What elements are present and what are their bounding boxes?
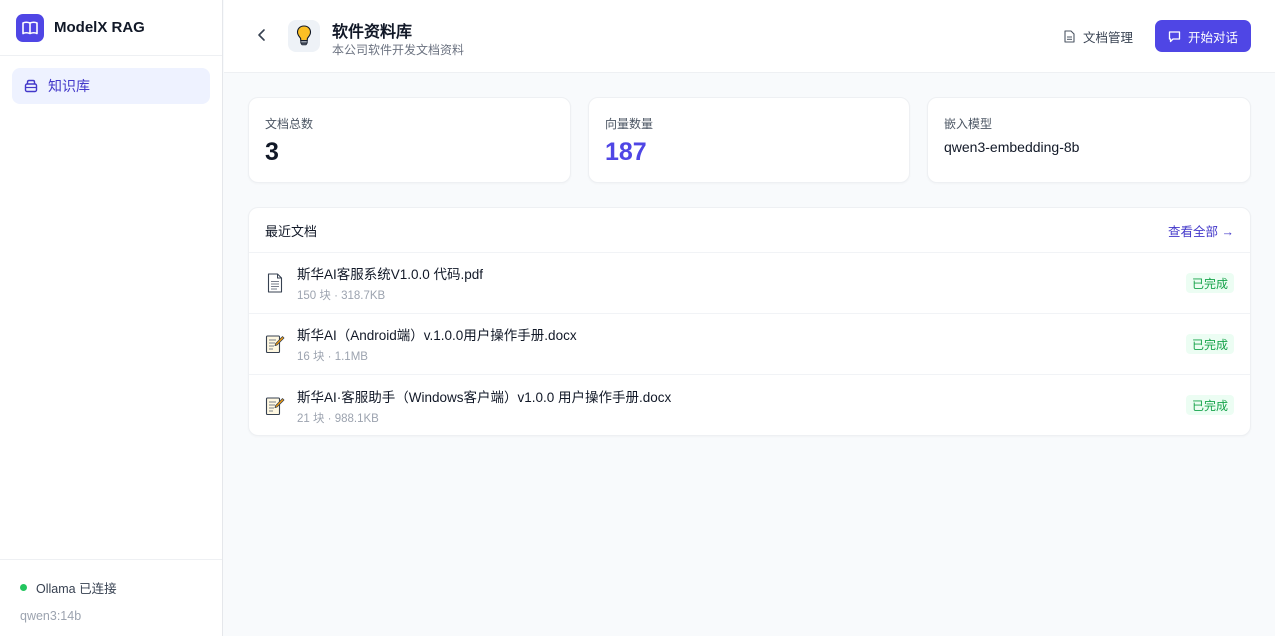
stat-label: 文档总数 bbox=[265, 117, 314, 131]
model-name: qwen3:14b bbox=[20, 609, 82, 623]
document-management-label: 文档管理 bbox=[1083, 31, 1134, 45]
start-chat-label: 开始对话 bbox=[1187, 30, 1238, 45]
recent-documents-title: 最近文档 bbox=[265, 223, 318, 239]
stat-label: 嵌入模型 bbox=[944, 117, 993, 131]
document-name: 斯华AI客服系统V1.0.0 代码.pdf bbox=[297, 267, 484, 282]
stat-label: 向量数量 bbox=[605, 117, 654, 131]
connection-status-panel: Ollama 已连接 qwen3:14b bbox=[0, 559, 222, 636]
chevron-left-icon bbox=[258, 29, 265, 41]
connection-status: Ollama 已连接 bbox=[36, 582, 117, 596]
chat-bubble-icon bbox=[1168, 30, 1181, 43]
stat-card-vector-count: 向量数量 187 bbox=[588, 97, 910, 183]
document-meta: 16 块 · 1.1MB bbox=[297, 351, 368, 363]
document-meta: 150 块 · 318.7KB bbox=[297, 290, 386, 302]
recent-documents-header: 最近文档 查看全部 → bbox=[249, 208, 1250, 253]
document-icon bbox=[1064, 29, 1076, 44]
page-description: 本公司软件开发文档资料 bbox=[332, 43, 465, 57]
embedding-model-value: qwen3-embedding-8b bbox=[944, 139, 1080, 155]
memo-file-icon bbox=[265, 333, 285, 355]
document-meta: 21 块 · 988.1KB bbox=[297, 412, 379, 425]
stat-card-embedding-model: 嵌入模型 qwen3-embedding-8b bbox=[927, 97, 1251, 183]
recent-documents-panel: 最近文档 查看全部 → 斯华AI客服系统V1.0.0 代码.pdf 150 块 … bbox=[248, 207, 1251, 436]
stat-card-document-count: 文档总数 3 bbox=[248, 97, 571, 183]
sidebar-nav: 知识库 bbox=[0, 56, 222, 116]
brand[interactable]: ModelX RAG bbox=[0, 0, 222, 56]
status-badge: 已完成 bbox=[1185, 334, 1234, 354]
status-dot-icon bbox=[20, 584, 27, 591]
start-chat-button[interactable]: 开始对话 bbox=[1155, 20, 1251, 52]
document-row[interactable]: 斯华AI客服系统V1.0.0 代码.pdf 150 块 · 318.7KB 已完… bbox=[249, 253, 1250, 314]
app-name: ModelX RAG bbox=[54, 19, 145, 36]
document-row[interactable]: 斯华AI·客服助手（Windows客户端）v1.0.0 用户操作手册.docx … bbox=[249, 375, 1250, 436]
view-all-link[interactable]: 查看全部 → bbox=[1168, 221, 1234, 240]
book-icon bbox=[16, 13, 44, 42]
sidebar-item-knowledge-base[interactable]: 知识库 bbox=[12, 68, 210, 104]
page-title: 软件资料库 bbox=[332, 24, 413, 41]
lightbulb-icon bbox=[288, 20, 320, 52]
sidebar: ModelX RAG 知识库 Ollama 已连接 qwen3:14b bbox=[0, 0, 223, 636]
document-row[interactable]: 斯华AI（Android端）v.1.0.0用户操作手册.docx 16 块 · … bbox=[249, 314, 1250, 375]
status-badge: 已完成 bbox=[1185, 395, 1234, 415]
document-name: 斯华AI·客服助手（Windows客户端）v1.0.0 用户操作手册.docx bbox=[297, 389, 672, 405]
document-count-value: 3 bbox=[265, 138, 279, 166]
page-header: 软件资料库 本公司软件开发文档资料 文档管理 开始对话 bbox=[224, 0, 1275, 73]
database-icon bbox=[24, 79, 38, 93]
vector-count-value: 187 bbox=[605, 138, 647, 166]
memo-file-icon bbox=[265, 395, 285, 417]
document-name: 斯华AI（Android端）v.1.0.0用户操作手册.docx bbox=[297, 328, 577, 343]
back-button[interactable] bbox=[252, 25, 272, 45]
status-badge: 已完成 bbox=[1185, 273, 1234, 293]
pdf-file-icon bbox=[265, 272, 285, 294]
document-management-button[interactable]: 文档管理 bbox=[1064, 27, 1133, 46]
sidebar-item-label: 知识库 bbox=[48, 78, 90, 94]
